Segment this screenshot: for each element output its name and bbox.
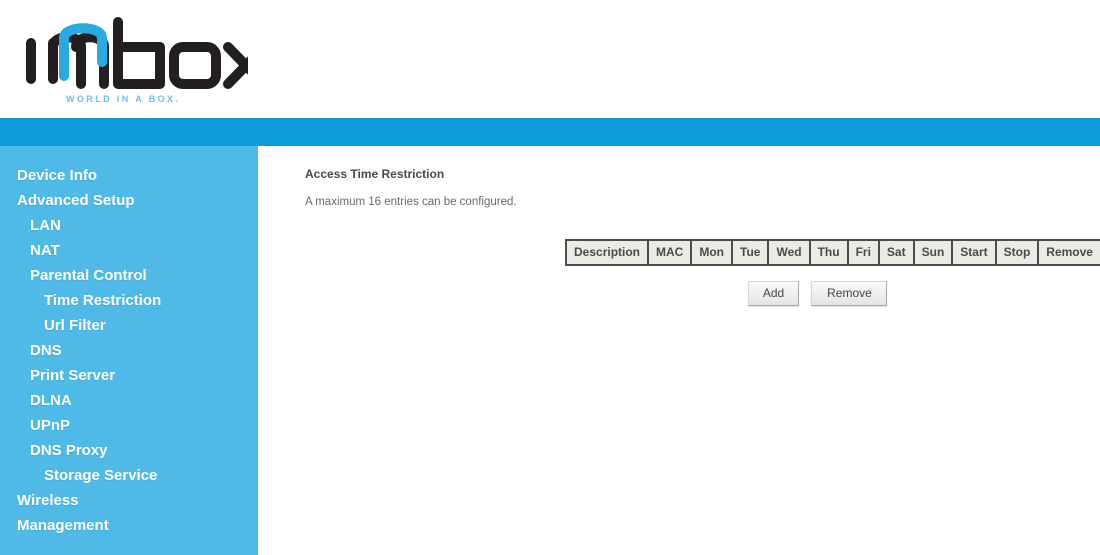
table-header: Description MAC Mon Tue Wed Thu Fri Sat … [564, 239, 1100, 266]
sidebar-item-parental-control[interactable]: Parental Control [0, 263, 258, 288]
sidebar-item-print-server[interactable]: Print Server [0, 363, 258, 388]
sidebar-item-nat[interactable]: NAT [0, 238, 258, 263]
column-header-wed: Wed [767, 239, 811, 266]
sidebar-navigation: Device Info Advanced Setup LAN NAT Paren… [0, 146, 258, 555]
entries-limit-note: A maximum 16 entries can be configured. [305, 196, 517, 208]
sidebar-item-wireless[interactable]: Wireless [0, 488, 258, 513]
column-header-fri: Fri [846, 239, 880, 266]
remove-button[interactable]: Remove [811, 281, 888, 306]
column-header-thu: Thu [808, 239, 849, 266]
sidebar-item-time-restriction[interactable]: Time Restriction [0, 288, 258, 313]
sidebar-item-url-filter[interactable]: Url Filter [0, 313, 258, 338]
column-header-remove: Remove [1037, 239, 1100, 266]
brand-logo[interactable]: WORLD IN A BOX. [18, 14, 248, 104]
page-title: Access Time Restriction [305, 167, 445, 181]
column-header-sun: Sun [912, 239, 954, 266]
sidebar-item-management[interactable]: Management [0, 513, 258, 538]
sidebar-item-dlna[interactable]: DLNA [0, 388, 258, 413]
column-header-mon: Mon [690, 239, 733, 266]
time-restriction-table: Description MAC Mon Tue Wed Thu Fri Sat … [564, 239, 1100, 266]
imbox-logo-icon [26, 17, 248, 89]
sidebar-item-storage-service[interactable]: Storage Service [0, 463, 258, 488]
column-header-tue: Tue [730, 239, 770, 266]
router-admin-page: WORLD IN A BOX. SetupRouter.com Access T… [0, 0, 1100, 555]
sidebar-item-device-info[interactable]: Device Info [0, 163, 258, 188]
main-content: Access Time Restriction A maximum 16 ent… [258, 146, 1100, 555]
sidebar-item-upnp[interactable]: UPnP [0, 413, 258, 438]
column-header-sat: Sat [877, 239, 915, 266]
table-action-buttons: Add Remove [748, 281, 895, 306]
sidebar-item-lan[interactable]: LAN [0, 213, 258, 238]
brand-tagline: WORLD IN A BOX. [66, 94, 181, 104]
column-header-description: Description [564, 239, 650, 266]
masthead: WORLD IN A BOX. [0, 0, 1100, 118]
column-header-mac: MAC [647, 239, 693, 266]
top-blue-band [0, 118, 1100, 146]
add-button[interactable]: Add [748, 281, 799, 306]
sidebar-item-dns-proxy[interactable]: DNS Proxy [0, 438, 258, 463]
sidebar-item-dns[interactable]: DNS [0, 338, 258, 363]
table-header-row: Description MAC Mon Tue Wed Thu Fri Sat … [564, 239, 1100, 266]
sidebar-item-advanced-setup[interactable]: Advanced Setup [0, 188, 258, 213]
column-header-stop: Stop [994, 239, 1040, 266]
column-header-start: Start [951, 239, 997, 266]
